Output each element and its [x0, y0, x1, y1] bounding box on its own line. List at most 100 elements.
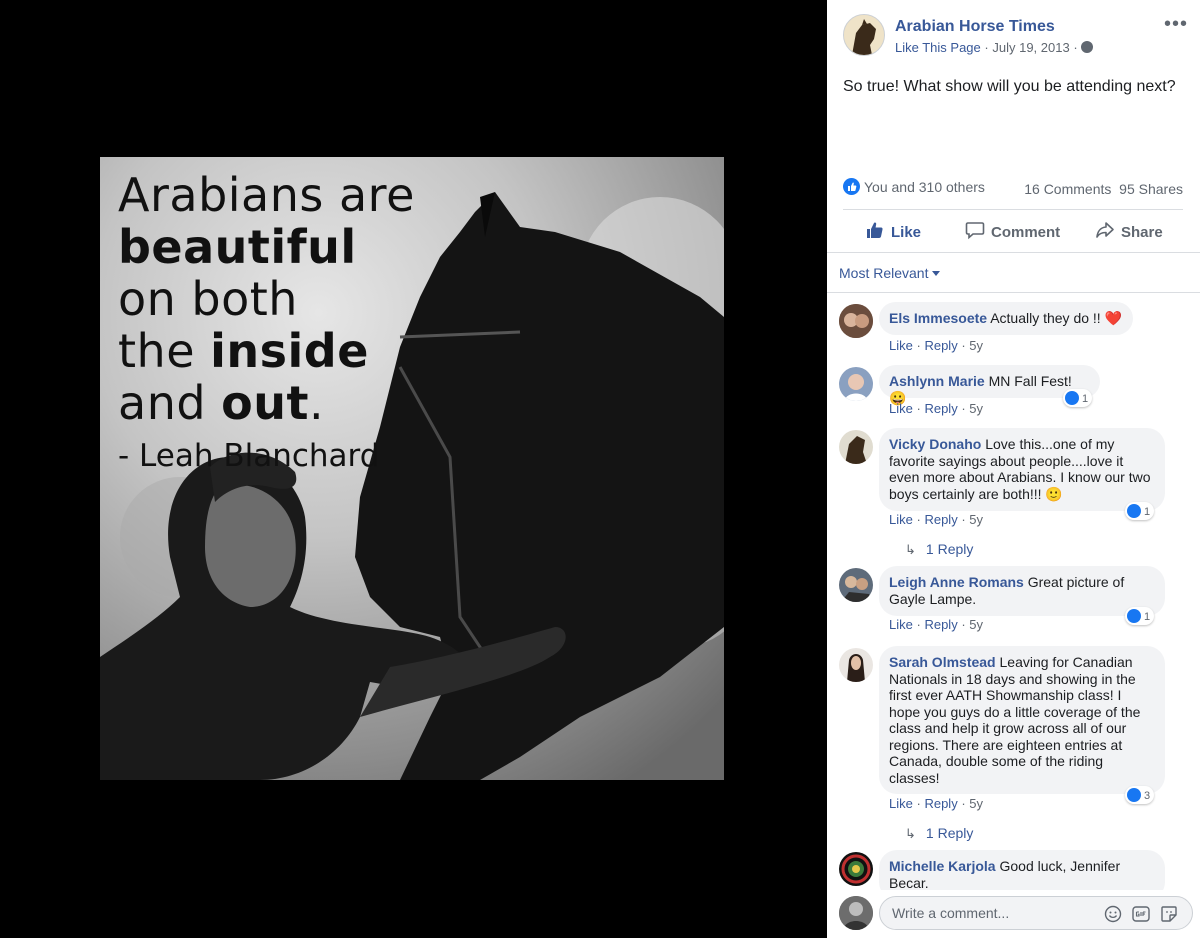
- comment-time[interactable]: 5y: [969, 338, 983, 353]
- post-panel: Arabian Horse Times Like This Page · Jul…: [827, 0, 1200, 938]
- avatar[interactable]: [839, 568, 873, 602]
- quote-line: and out.: [118, 377, 415, 429]
- like-reaction-icon: [1127, 788, 1141, 802]
- replies-count: 1 Reply: [925, 825, 974, 841]
- comment-reaction-count[interactable]: 3: [1125, 786, 1155, 804]
- avatar[interactable]: [839, 367, 873, 401]
- reaction-count: 3: [1144, 790, 1151, 802]
- horse-logo-icon: [844, 15, 884, 55]
- comment-actions: Like · Reply · 5y: [889, 338, 984, 353]
- divider: [827, 252, 1200, 253]
- like-reaction-icon: [1065, 391, 1079, 405]
- view-replies-link[interactable]: ↳ 1 Reply: [905, 541, 973, 558]
- comment-like-link[interactable]: Like: [889, 338, 913, 353]
- avatar[interactable]: [839, 430, 873, 464]
- comment-button[interactable]: Comment: [965, 220, 1060, 244]
- quote-word: .: [309, 376, 325, 430]
- comment-time[interactable]: 5y: [969, 401, 983, 416]
- smile-emoji: 🙂: [1045, 485, 1063, 502]
- reply-arrow-icon: ↳: [905, 826, 916, 841]
- comment-time[interactable]: 5y: [969, 796, 983, 811]
- comment: Michelle Karjola Good luck, Jennifer Bec…: [839, 850, 1189, 900]
- comment-reply-link[interactable]: Reply: [924, 338, 957, 353]
- comment-reply-link[interactable]: Reply: [924, 401, 957, 416]
- like-button[interactable]: Like: [865, 220, 921, 244]
- page-name-link[interactable]: Arabian Horse Times: [895, 18, 1055, 36]
- comment-author[interactable]: Els Immesoete: [889, 310, 987, 326]
- like-reaction-icon: [843, 178, 860, 195]
- comment: Sarah Olmstead Leaving for Canadian Nati…: [839, 646, 1189, 846]
- comment-text: Leaving for Canadian Nationals in 18 day…: [889, 654, 1141, 786]
- reactions-summary[interactable]: You and 310 others: [864, 179, 985, 195]
- globe-icon: [1081, 41, 1094, 53]
- post-meta: Like This Page · July 19, 2013 ·: [895, 40, 1094, 55]
- divider: [843, 209, 1183, 210]
- comment-reply-link[interactable]: Reply: [924, 796, 957, 811]
- more-dots-icon[interactable]: •••: [1164, 14, 1188, 34]
- current-user-avatar[interactable]: [839, 896, 873, 930]
- comment-bubble: Els Immesoete Actually they do !! ❤️: [879, 302, 1133, 335]
- quote-line: on both: [118, 272, 298, 326]
- post-header: Arabian Horse Times Like This Page · Jul…: [843, 14, 1188, 60]
- comment-reaction-count[interactable]: 1: [1125, 502, 1155, 520]
- like-button-label: Like: [891, 224, 922, 241]
- comment-like-link[interactable]: Like: [889, 617, 913, 632]
- like-reaction-icon: [1127, 609, 1141, 623]
- shares-count[interactable]: 95 Shares: [1119, 181, 1183, 197]
- comment-author[interactable]: Vicky Donaho: [889, 436, 981, 452]
- quote-word: inside: [210, 324, 369, 378]
- page-avatar[interactable]: [843, 14, 885, 56]
- reaction-count: 1: [1144, 506, 1151, 518]
- comments-count[interactable]: 16 Comments: [1024, 181, 1111, 197]
- comment-sort-dropdown[interactable]: Most Relevant: [839, 265, 941, 281]
- quote-line: Arabians are: [118, 168, 415, 222]
- comment-button-label: Comment: [991, 224, 1061, 241]
- comment-composer: [827, 890, 1200, 938]
- view-replies-link[interactable]: ↳ 1 Reply: [905, 825, 973, 842]
- comment-reaction-count[interactable]: 1: [1063, 389, 1093, 407]
- meta-separator: ·: [984, 40, 989, 55]
- comment-input[interactable]: [892, 905, 1092, 921]
- comment-sort-label: Most Relevant: [839, 265, 929, 281]
- thumbs-up-icon: [865, 220, 885, 244]
- comment-like-link[interactable]: Like: [889, 401, 913, 416]
- comment-like-link[interactable]: Like: [889, 512, 913, 527]
- comment-bubble: Sarah Olmstead Leaving for Canadian Nati…: [879, 646, 1165, 794]
- comment-bubble-icon: [965, 220, 985, 244]
- comment: Vicky Donaho Love this...one of my favor…: [839, 428, 1189, 558]
- comment-reply-link[interactable]: Reply: [924, 617, 957, 632]
- comment-like-link[interactable]: Like: [889, 796, 913, 811]
- reaction-count: 1: [1144, 611, 1151, 623]
- quote-word: out: [221, 376, 310, 430]
- quote-word: and: [118, 376, 222, 430]
- quote-word: the: [118, 324, 211, 378]
- comment-author[interactable]: Ashlynn Marie: [889, 373, 985, 389]
- heart-emoji: ❤️: [1104, 310, 1123, 326]
- comment-author[interactable]: Michelle Karjola: [889, 858, 996, 874]
- post-date[interactable]: July 19, 2013: [992, 40, 1069, 55]
- comment: Leigh Anne Romans Great picture of Gayle…: [839, 566, 1189, 636]
- like-page-link[interactable]: Like This Page: [895, 40, 981, 55]
- photo-viewer: Arabians are beautiful on both the insid…: [0, 0, 827, 938]
- comment-time[interactable]: 5y: [969, 617, 983, 632]
- share-button-label: Share: [1121, 224, 1163, 241]
- avatar[interactable]: [839, 852, 873, 886]
- comment-author[interactable]: Sarah Olmstead: [889, 654, 996, 670]
- quote-line: beautiful: [118, 220, 357, 274]
- avatar[interactable]: [839, 648, 873, 682]
- comment-reaction-count[interactable]: 1: [1125, 607, 1155, 625]
- caret-down-icon: [932, 271, 941, 276]
- comment-input-box: [879, 896, 1193, 930]
- avatar[interactable]: [839, 304, 873, 338]
- reply-arrow-icon: ↳: [905, 542, 916, 557]
- replies-count: 1 Reply: [925, 541, 974, 557]
- share-button[interactable]: Share: [1095, 220, 1163, 244]
- comment-time[interactable]: 5y: [969, 512, 983, 527]
- emoji-icon[interactable]: [1104, 905, 1122, 923]
- meta-separator: ·: [1073, 40, 1078, 55]
- post-photo[interactable]: Arabians are beautiful on both the insid…: [100, 157, 724, 780]
- sticker-icon[interactable]: [1160, 905, 1178, 923]
- comment-reply-link[interactable]: Reply: [924, 512, 957, 527]
- comment-author[interactable]: Leigh Anne Romans: [889, 574, 1024, 590]
- gif-icon[interactable]: [1132, 905, 1150, 923]
